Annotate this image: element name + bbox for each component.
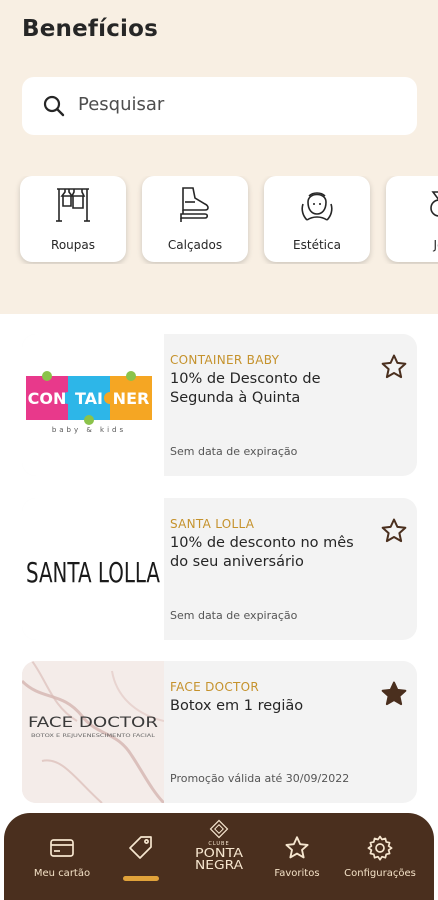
star-icon bbox=[285, 836, 309, 859]
offer-expiration: Sem data de expiração bbox=[170, 445, 298, 458]
nav-meu-cartao[interactable]: Meu cartão bbox=[16, 813, 108, 900]
santa-lolla-logo: SANTA LOLLA bbox=[22, 498, 164, 640]
club-logo-icon: CLUBE PONTA NEGRA bbox=[195, 819, 244, 872]
nav-label: Meu cartão bbox=[33, 868, 91, 879]
logo-text: FACE DOCTOR bbox=[28, 715, 158, 731]
category-carousel[interactable]: Roupas Calçados Estética J bbox=[0, 176, 438, 264]
category-label: Roupas bbox=[51, 238, 95, 252]
search-bar[interactable]: Pesquisar bbox=[22, 77, 417, 135]
category-label: Calçados bbox=[167, 238, 223, 252]
category-label: Estética bbox=[293, 238, 341, 252]
logo-word-tai: TAI bbox=[75, 389, 103, 408]
offer-card[interactable]: SANTA LOLLA SANTA LOLLA 10% de desconto … bbox=[22, 498, 417, 640]
category-roupas[interactable]: Roupas bbox=[20, 176, 126, 262]
category-calcados[interactable]: Calçados bbox=[142, 176, 248, 262]
header-area: Benefícios Pesquisar Roupas Calçados Est… bbox=[0, 0, 438, 314]
search-input[interactable]: Pesquisar bbox=[78, 94, 164, 115]
search-icon bbox=[43, 95, 65, 117]
nav-club-home[interactable]: CLUBE PONTA NEGRA bbox=[184, 813, 254, 900]
favorite-star-filled-icon[interactable] bbox=[379, 679, 409, 709]
nav-beneficios[interactable] bbox=[108, 813, 174, 900]
tag-icon bbox=[129, 836, 152, 859]
card-icon bbox=[50, 839, 74, 857]
face-care-icon bbox=[301, 192, 333, 221]
bottom-navigation: Meu cartão CLUBE PONTA NEGRA Favoritos C… bbox=[4, 813, 434, 900]
gear-icon bbox=[367, 835, 393, 861]
logo-tagline: baby & kids bbox=[52, 426, 126, 434]
nav-favoritos[interactable]: Favoritos bbox=[262, 813, 332, 900]
offer-brand: SANTA LOLLA bbox=[170, 517, 255, 531]
clothes-rack-icon bbox=[56, 188, 90, 222]
active-tab-indicator bbox=[123, 876, 159, 881]
offer-brand: CONTAINER BABY bbox=[170, 353, 280, 367]
logo-word-ner: NER bbox=[113, 389, 150, 408]
logo-text: SANTA LOLLA bbox=[26, 556, 160, 589]
offer-title: 10% de Desconto de Segunda à Quinta bbox=[170, 371, 321, 406]
nav-configuracoes[interactable]: Configurações bbox=[334, 813, 426, 900]
page-title: Benefícios bbox=[22, 16, 159, 42]
category-label: Jo bbox=[433, 238, 438, 252]
offer-brand: FACE DOCTOR bbox=[170, 680, 260, 694]
jewelry-icon bbox=[430, 191, 438, 217]
nav-label: Configurações bbox=[344, 868, 416, 879]
logo-tagline: BOTOX E REJUVENESCIMENTO FACIAL bbox=[31, 733, 156, 739]
category-estetica[interactable]: Estética bbox=[264, 176, 370, 262]
container-baby-logo-image: CON TAI NER baby & kids bbox=[26, 371, 152, 434]
favorite-star-icon[interactable] bbox=[379, 516, 409, 546]
club-logo-line3: NEGRA bbox=[195, 858, 244, 872]
nav-label: Favoritos bbox=[274, 868, 320, 879]
offer-title: Botox em 1 região bbox=[170, 698, 304, 714]
offer-card[interactable]: CON TAI NER baby & kids CONTAINER BABY 1… bbox=[22, 334, 417, 476]
offer-expiration: Promoção válida até 30/09/2022 bbox=[170, 772, 350, 785]
offer-card[interactable]: FACE DOCTOR BOTOX E REJUVENESCIMENTO FAC… bbox=[22, 661, 417, 803]
offer-title: 10% de desconto no mês do seu aniversári… bbox=[170, 535, 354, 570]
face-doctor-logo-image: FACE DOCTOR BOTOX E REJUVENESCIMENTO FAC… bbox=[22, 661, 166, 803]
container-baby-logo: CON TAI NER baby & kids bbox=[22, 334, 164, 476]
logo-word-con: CON bbox=[28, 389, 67, 408]
favorite-star-icon[interactable] bbox=[379, 352, 409, 382]
santa-lolla-logo-image: SANTA LOLLA bbox=[26, 556, 160, 589]
category-joias[interactable]: Jo bbox=[386, 176, 438, 262]
shoes-icon bbox=[180, 187, 209, 222]
offer-expiration: Sem data de expiração bbox=[170, 609, 298, 622]
face-doctor-logo: FACE DOCTOR BOTOX E REJUVENESCIMENTO FAC… bbox=[22, 661, 166, 803]
